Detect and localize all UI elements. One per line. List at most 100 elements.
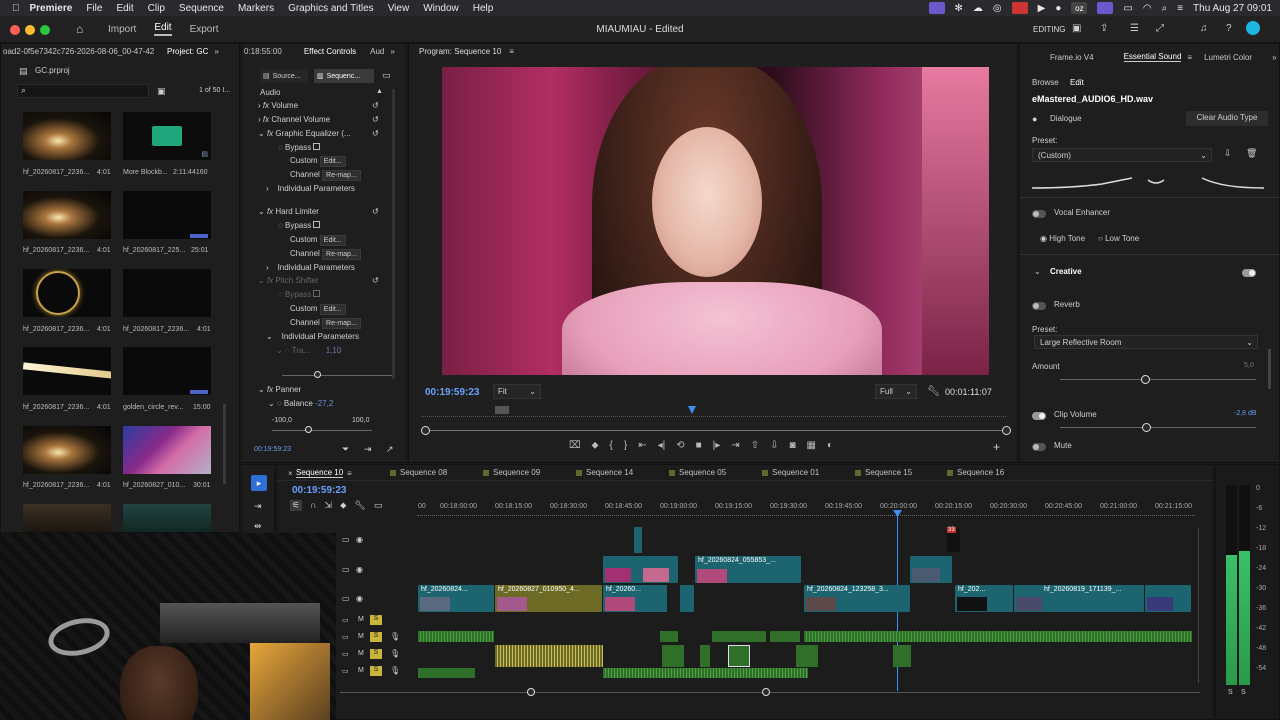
mute-track-button[interactable]: M (358, 650, 364, 657)
lift-icon[interactable]: ⇧ (751, 440, 759, 451)
menu-view[interactable]: View (388, 3, 410, 14)
tab-essential-sound[interactable]: Essential Sound (1123, 52, 1182, 62)
clip-volume-slider[interactable] (1060, 427, 1256, 428)
export-icon[interactable]: ⇥ (364, 444, 372, 455)
effect-channel-volume[interactable]: › fx Channel Volume (258, 115, 330, 128)
v1-clip[interactable]: hf_20260819_171139_... (1014, 585, 1144, 612)
scroll-handle-left[interactable] (527, 688, 535, 696)
ps-transpose[interactable]: ⌄ ◌ Tra... 1,10 (276, 346, 341, 359)
program-video-frame[interactable] (442, 67, 989, 375)
a2-clip[interactable] (796, 645, 818, 667)
menu-graphics[interactable]: Graphics and Titles (288, 3, 374, 14)
tab-sequence-05[interactable]: Sequence 05 (669, 468, 726, 477)
status-cloud-icon[interactable]: ☁ (973, 3, 983, 14)
close-tab-icon[interactable]: × (288, 469, 293, 478)
timeline-vscroll[interactable] (1198, 528, 1199, 683)
insert-icon[interactable]: ⇲ (325, 500, 333, 511)
a3-clip[interactable] (418, 668, 475, 678)
eye-icon[interactable]: ◉ (356, 594, 363, 603)
selection-tool-icon[interactable]: ▸ (251, 475, 267, 491)
subtab-edit[interactable]: Edit (1070, 78, 1084, 87)
marker-icon[interactable]: ⬥ (592, 440, 599, 451)
reset-icon[interactable]: ↺ (372, 276, 379, 285)
subtab-browse[interactable]: Browse (1032, 78, 1059, 87)
sequence-button[interactable]: ▥ Sequenc... (314, 69, 374, 83)
remap-button[interactable]: Re-map... (322, 170, 361, 181)
a1-clip[interactable] (804, 631, 1192, 642)
timeline-timecode[interactable]: 00:19:59:23 (292, 485, 346, 496)
a1-clip[interactable] (660, 631, 678, 642)
tab-audio[interactable]: Aud (370, 47, 384, 56)
zoom-handle-left[interactable] (421, 426, 430, 435)
amount-knob[interactable] (1141, 375, 1150, 384)
hl-individual-params[interactable]: › Individual Parameters (266, 263, 355, 276)
menu-markers[interactable]: Markers (238, 3, 274, 14)
tab-sequence-10[interactable]: Sequence 10 ≡ (296, 468, 352, 478)
reset-icon[interactable]: ↺ (372, 129, 379, 138)
track-a3-toggle-icon[interactable]: ▭ (342, 650, 349, 658)
program-title[interactable]: Program: Sequence 10 (419, 47, 501, 56)
v1-clip[interactable]: hf_20260824... (418, 585, 494, 612)
step-back-icon[interactable]: ◂| (658, 440, 666, 451)
vocal-enhancer-toggle[interactable] (1032, 208, 1046, 218)
project-tab[interactable]: Project: GC (167, 47, 208, 56)
edit-button[interactable]: Edit... (319, 235, 346, 246)
edit-button[interactable]: Edit... (319, 156, 346, 167)
panel-menu-icon[interactable]: ≡ (1187, 53, 1192, 62)
tab-sequence-14[interactable]: Sequence 14 (576, 468, 633, 477)
ps-individual-params[interactable]: ⌄ Individual Parameters (266, 332, 359, 345)
menu-help[interactable]: Help (473, 3, 494, 14)
link-icon[interactable]: ∩ (310, 500, 316, 511)
ec-scrollbar[interactable] (392, 89, 395, 379)
mic-icon[interactable]: 🎙︎ (390, 666, 400, 675)
mute-toggle[interactable] (1032, 441, 1046, 451)
a2-clip[interactable] (495, 645, 603, 667)
effect-volume[interactable]: › fx Volume (258, 101, 298, 114)
mic-icon[interactable]: 🎙︎ (390, 632, 400, 641)
project-thumb-8[interactable] (123, 347, 211, 395)
edit-button[interactable]: Edit... (319, 304, 346, 315)
zoom-scroll-bar[interactable] (425, 430, 1005, 431)
v1-clip[interactable] (1145, 585, 1191, 612)
panel-more-icon[interactable]: » (390, 47, 394, 56)
menu-sequence[interactable]: Sequence (179, 3, 224, 14)
share-icon[interactable]: ↗ (386, 444, 394, 455)
export-frame-icon[interactable]: ⌧ (569, 440, 581, 451)
track-v2-toggle-icon[interactable]: ▭ (342, 565, 350, 574)
tab-frameio[interactable]: Frame.io V4 (1050, 53, 1094, 62)
v1-clip[interactable]: hf_20260827_010950_4... (495, 585, 602, 612)
remap-button[interactable]: Re-map... (322, 249, 361, 260)
project-scrollbar[interactable] (223, 404, 226, 484)
status-mic-icon[interactable]: ● (1055, 3, 1061, 14)
wrench-icon[interactable]: 🔧︎ (927, 386, 940, 397)
ps-bypass[interactable]: ◌ Bypass (278, 290, 321, 303)
status-gear-icon[interactable]: ✻ (955, 3, 963, 14)
project-thumb-12[interactable] (123, 504, 211, 532)
project-thumb-11[interactable] (23, 504, 111, 532)
panel-more-icon[interactable]: » (214, 47, 218, 56)
menu-window[interactable]: Window (423, 3, 459, 14)
solo-track-button[interactable]: S (370, 666, 382, 676)
hl-bypass[interactable]: ◌ Bypass (278, 221, 321, 234)
eye-icon[interactable]: ◉ (356, 535, 363, 544)
track-a2-toggle-icon[interactable]: ▭ (342, 633, 349, 641)
status-play-icon[interactable]: ▶ (1038, 3, 1046, 14)
clear-audio-type-button[interactable]: Clear Audio Type (1186, 111, 1268, 126)
apple-icon[interactable]:  (12, 3, 20, 14)
vr-icon[interactable]: ◐ (827, 440, 833, 451)
mute-track-button[interactable]: M (358, 633, 364, 640)
clip-volume-knob[interactable] (1142, 423, 1151, 432)
tab-effect-controls[interactable]: Effect Controls (304, 47, 356, 56)
a1-clip[interactable] (418, 631, 494, 642)
v1-clip[interactable]: hf_20260... (603, 585, 667, 612)
source-button[interactable]: ▤ Source... (260, 69, 308, 83)
filter-icon[interactable]: ⏷ (342, 444, 349, 455)
track-a1-toggle-icon[interactable]: ▭ (342, 616, 349, 624)
tab-sequence-09[interactable]: Sequence 09 (483, 468, 540, 477)
amount-slider[interactable] (1060, 379, 1256, 380)
menu-clip[interactable]: Clip (148, 3, 165, 14)
effect-panner[interactable]: ⌄ fx Panner (258, 385, 301, 398)
solo-track-button[interactable]: S (370, 615, 382, 625)
status-app-icon[interactable] (928, 2, 945, 14)
a1-clip[interactable] (712, 631, 766, 642)
